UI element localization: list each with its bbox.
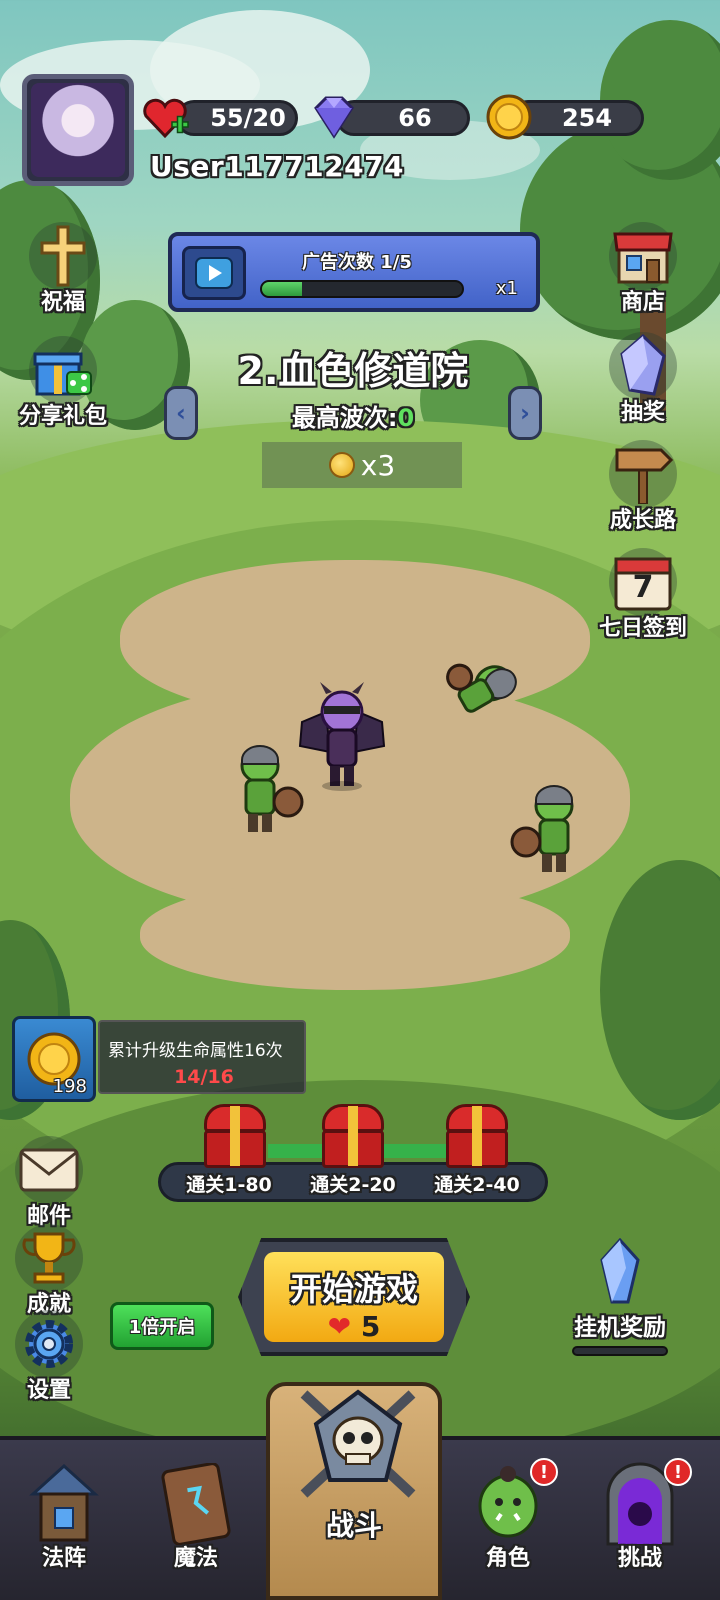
gems-value: 66: [398, 104, 432, 132]
skull-swords-icon: [288, 1384, 428, 1508]
avatar-portrait: [31, 83, 125, 177]
start-game-face: 开始游戏 ❤ 5: [264, 1252, 444, 1343]
character-alert-badge: !: [530, 1458, 558, 1486]
nav-magic[interactable]: 魔法: [136, 1450, 256, 1590]
shop-label: 商店: [620, 290, 665, 315]
lottery-button[interactable]: 抽奖: [588, 332, 698, 426]
cross-icon: [29, 222, 97, 290]
hearts-counter[interactable]: 55/20: [176, 100, 298, 136]
play-video-icon[interactable]: [182, 246, 246, 300]
coin-multiplier-value: x3: [360, 448, 396, 482]
nav-formation-label: 法阵: [41, 1546, 86, 1571]
crystal-icon: [560, 1237, 680, 1308]
ad-watch-panel[interactable]: 广告次数 1/5 x1: [168, 232, 540, 312]
idle-reward-button[interactable]: 挂机奖励: [560, 1237, 680, 1356]
quest-progress: 14/16: [174, 1066, 234, 1088]
nav-battle[interactable]: 战斗: [266, 1382, 442, 1600]
start-cost-value: 5: [360, 1310, 381, 1343]
speed-toggle-button[interactable]: 1倍开启: [110, 1302, 214, 1350]
quest-info: 累计升级生命属性16次 14/16: [98, 1020, 306, 1094]
challenge-alert-badge: !: [664, 1458, 692, 1486]
achievement-button[interactable]: 成就: [0, 1224, 104, 1318]
quest-reward-count: 198: [52, 1076, 87, 1097]
growth-road-label: 成长路: [609, 508, 676, 533]
shop-button[interactable]: 商店: [588, 222, 698, 316]
nav-character-label: 角色: [485, 1546, 530, 1571]
mail-icon: [15, 1136, 83, 1204]
orc-warrior: [230, 742, 304, 840]
heart-plus-icon[interactable]: [140, 94, 190, 142]
ad-progress-fill: [262, 282, 302, 296]
growth-road-button[interactable]: 成长路: [588, 440, 698, 534]
chest-reward-1[interactable]: [200, 1104, 270, 1170]
coin-multiplier: x3: [262, 442, 462, 488]
nav-magic-label: 魔法: [173, 1546, 218, 1571]
coins-value: 254: [561, 104, 613, 132]
chest-label-1: 通关1-80: [186, 1174, 272, 1196]
nav-formation[interactable]: 法阵: [4, 1450, 124, 1590]
quest-reward-icon: 198: [12, 1016, 96, 1102]
trophy-icon: [15, 1224, 83, 1292]
quest-panel[interactable]: 198 累计升级生命属性16次 14/16: [12, 1016, 306, 1102]
hearts-value: 55/20: [210, 104, 286, 132]
chest-label-3: 通关2-40: [434, 1174, 520, 1196]
ad-progress-bar: [260, 280, 464, 298]
calendar-icon: 7: [609, 548, 677, 616]
idle-reward-label: 挂机奖励: [574, 1315, 666, 1341]
lottery-label: 抽奖: [620, 400, 665, 425]
gem-icon: [306, 92, 362, 142]
chest-reward-2[interactable]: [318, 1104, 388, 1170]
seven-day-signin-button[interactable]: 7 七日签到: [588, 548, 698, 642]
nav-challenge-label: 挑战: [617, 1546, 662, 1571]
heart-icon: ❤: [327, 1310, 352, 1343]
coin-icon: [328, 452, 355, 478]
ad-multiplier: x1: [495, 278, 518, 299]
spellbook-icon: [152, 1460, 240, 1548]
coin-icon: [484, 92, 534, 142]
idle-reward-progress: [572, 1346, 668, 1356]
shop-icon: [609, 222, 677, 290]
chest-reward-3[interactable]: [442, 1104, 512, 1170]
best-wave-label: 最高波次:: [291, 404, 398, 432]
gear-icon: [15, 1310, 83, 1378]
signpost-icon: [609, 440, 677, 508]
best-wave-value: 0: [397, 404, 415, 432]
start-game-button[interactable]: 开始游戏 ❤ 5: [238, 1238, 470, 1356]
quest-description: 累计升级生命属性16次: [108, 1041, 283, 1061]
player-avatar[interactable]: [22, 74, 134, 186]
demon-hunter-hero: [296, 682, 388, 796]
nav-battle-label: 战斗: [325, 1509, 382, 1542]
settings-button[interactable]: 设置: [0, 1310, 104, 1404]
chest-label-2: 通关2-20: [310, 1174, 396, 1196]
blessing-button[interactable]: 祝福: [8, 222, 118, 316]
tower-icon: [20, 1460, 108, 1548]
username: User117712474: [150, 150, 405, 183]
ad-count-label: 广告次数 1/5: [302, 252, 412, 273]
start-game-label: 开始游戏: [289, 1270, 418, 1308]
settings-label: 设置: [26, 1378, 71, 1403]
start-game-cost: ❤ 5: [264, 1310, 444, 1343]
calendar-day: 7: [632, 570, 654, 605]
mail-button[interactable]: 邮件: [0, 1136, 104, 1230]
crystal-icon: [609, 332, 677, 400]
orc-warrior: [510, 782, 584, 880]
blessing-label: 祝福: [40, 290, 85, 315]
orc-warrior-knocked: [436, 650, 528, 738]
